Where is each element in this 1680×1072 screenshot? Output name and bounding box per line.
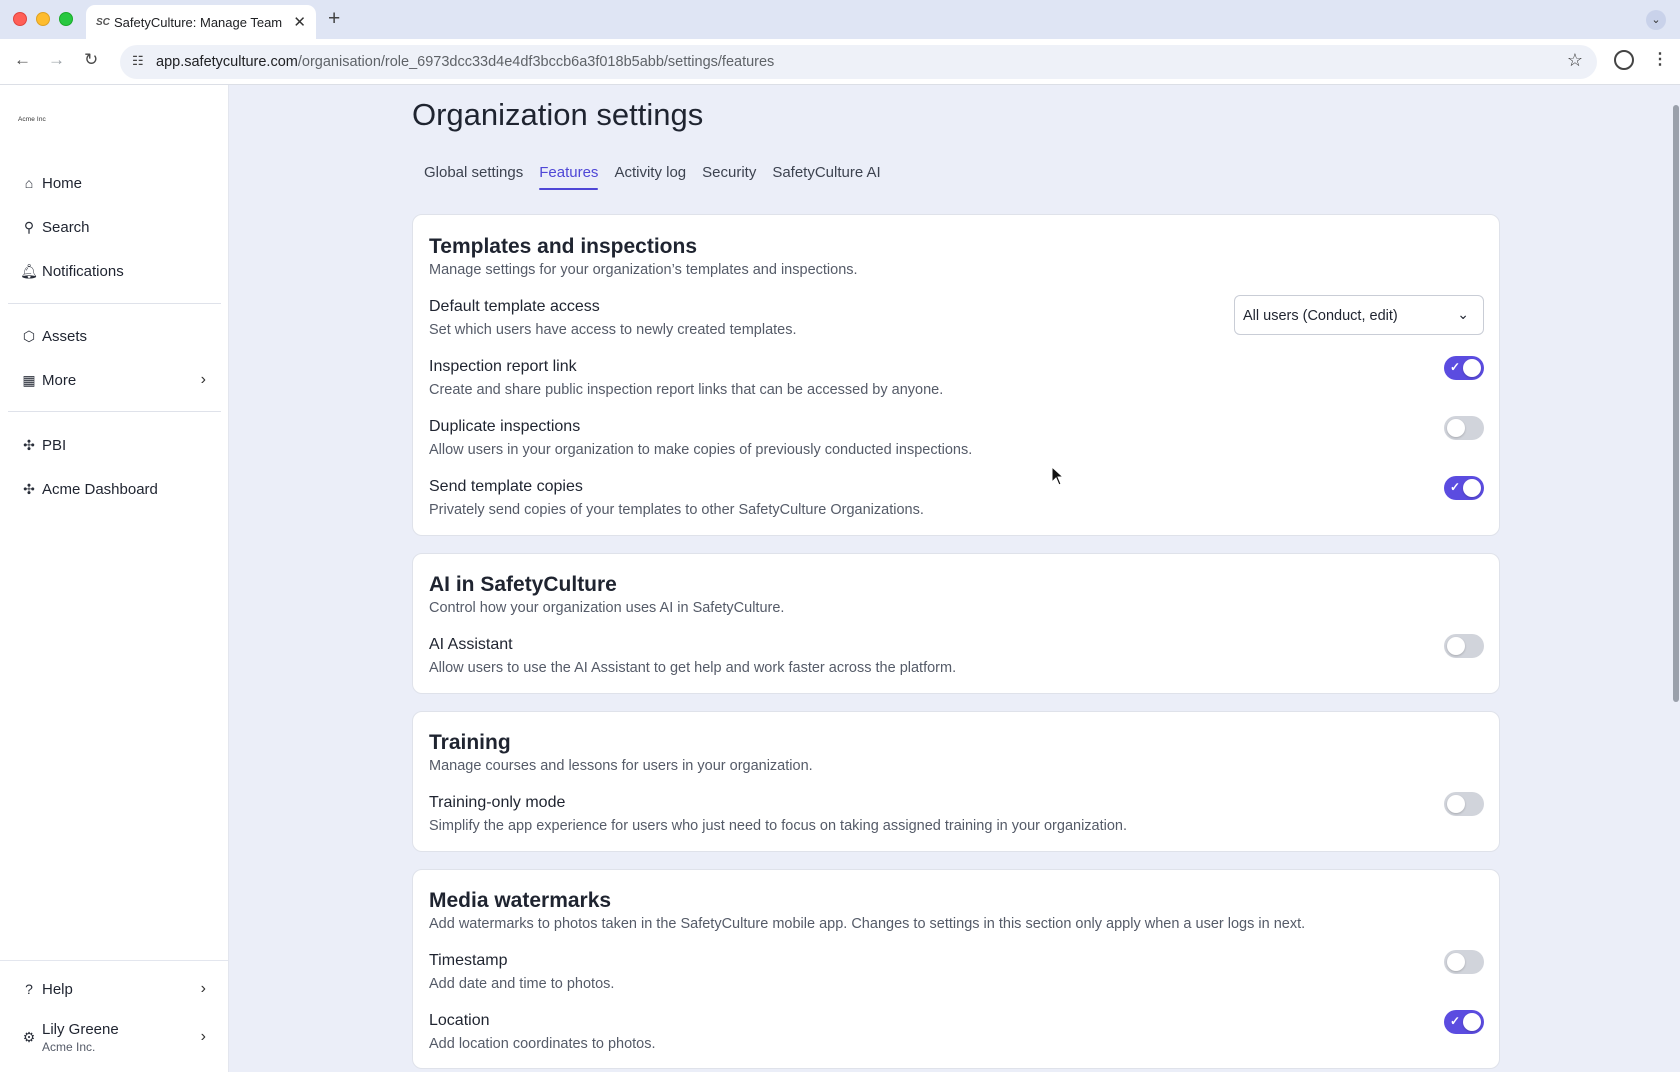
ai-assistant-toggle[interactable]: ✓ bbox=[1444, 634, 1484, 658]
window-maximize-button[interactable] bbox=[59, 12, 73, 26]
setting-title: Location bbox=[429, 1012, 490, 1029]
settings-tabs: Global settings Features Activity log Se… bbox=[424, 164, 897, 190]
setting-description: Add date and time to photos. bbox=[429, 976, 615, 992]
setting-description: Add location coordinates to photos. bbox=[429, 1036, 656, 1052]
check-icon: ✓ bbox=[1450, 360, 1461, 374]
reload-icon[interactable]: ↻ bbox=[84, 50, 98, 70]
url-omnibox[interactable]: ☷ app.safetyculture.com/organisation/rol… bbox=[120, 45, 1597, 79]
card-subtitle: Add watermarks to photos taken in the Sa… bbox=[429, 916, 1306, 932]
inspection-report-link-toggle[interactable]: ✓ bbox=[1444, 356, 1484, 380]
search-icon: ⚲ bbox=[23, 218, 35, 235]
bookmark-star-icon[interactable]: ☆ bbox=[1567, 50, 1583, 71]
tab-search-chevron-icon[interactable]: ⌄ bbox=[1646, 10, 1666, 30]
home-icon: ⌂ bbox=[24, 175, 34, 191]
setting-description: Set which users have access to newly cre… bbox=[429, 322, 797, 338]
sidebar-item-notifications[interactable]: 🔔︎ Notifications bbox=[20, 256, 210, 286]
sidebar-item-acme-dashboard[interactable]: ✣ Acme Dashboard bbox=[20, 474, 210, 504]
check-icon: ✓ bbox=[1450, 1014, 1461, 1028]
profile-icon[interactable] bbox=[1614, 50, 1634, 70]
browser-tab-title: SafetyCulture: Manage Teams bbox=[114, 14, 282, 30]
card-subtitle: Manage settings for your organization’s … bbox=[429, 262, 858, 278]
sidebar-item-search[interactable]: ⚲ Search bbox=[20, 212, 210, 242]
media-watermarks-card: Media watermarks Add watermarks to photo… bbox=[412, 869, 1500, 1069]
grid-icon: ▦ bbox=[22, 371, 36, 388]
chevron-down-icon: ⌄ bbox=[1457, 306, 1469, 322]
default-template-access-select[interactable]: All users (Conduct, edit) ⌄ bbox=[1234, 295, 1484, 335]
url-text[interactable]: app.safetyculture.com/organisation/role_… bbox=[156, 54, 774, 70]
sidebar-item-more[interactable]: ▦ More › bbox=[20, 365, 210, 395]
duplicate-inspections-toggle[interactable]: ✓ bbox=[1444, 416, 1484, 440]
sidebar-divider bbox=[8, 411, 221, 412]
card-title: Templates and inspections bbox=[429, 235, 698, 258]
sidebar-item-help[interactable]: ? Help › bbox=[20, 974, 210, 1004]
user-org: Acme Inc. bbox=[42, 1039, 96, 1054]
browser-tab[interactable]: SC SafetyCulture: Manage Teams ✕ bbox=[86, 5, 316, 39]
puzzle-icon: ✣ bbox=[23, 480, 35, 497]
cube-icon: ⬡ bbox=[22, 327, 36, 344]
setting-description: Create and share public inspection repor… bbox=[429, 382, 944, 398]
check-icon: ✓ bbox=[1450, 480, 1461, 494]
puzzle-icon: ✣ bbox=[23, 436, 35, 453]
sidebar-item-pbi[interactable]: ✣ PBI bbox=[20, 430, 210, 460]
mouse-cursor-icon bbox=[1051, 466, 1065, 486]
training-only-mode-toggle[interactable]: ✓ bbox=[1444, 792, 1484, 816]
gear-icon: ⚙ bbox=[22, 1028, 36, 1045]
sidebar: Acme Inc ⌂ Home ⚲ Search 🔔︎ Notification… bbox=[0, 85, 229, 1072]
tab-security[interactable]: Security bbox=[702, 164, 756, 190]
help-circle-icon: ? bbox=[25, 981, 33, 997]
card-subtitle: Control how your organization uses AI in… bbox=[429, 600, 785, 616]
tab-activity-log[interactable]: Activity log bbox=[614, 164, 686, 190]
new-tab-icon[interactable]: + bbox=[328, 7, 340, 31]
back-arrow-icon[interactable]: ← bbox=[14, 50, 31, 70]
card-title: Training bbox=[429, 731, 511, 754]
address-bar: ← → ↻ ☷ app.safetyculture.com/organisati… bbox=[0, 39, 1680, 85]
chevron-right-icon: › bbox=[200, 980, 206, 997]
page-title: Organization settings bbox=[412, 97, 704, 132]
tab-global-settings[interactable]: Global settings bbox=[424, 164, 523, 190]
setting-title: Training-only mode bbox=[429, 794, 566, 811]
bell-icon: 🔔︎ bbox=[20, 262, 38, 279]
site-settings-icon[interactable]: ☷ bbox=[132, 53, 144, 69]
sidebar-divider bbox=[8, 303, 221, 304]
training-card: Training Manage courses and lessons for … bbox=[412, 711, 1500, 852]
setting-title: AI Assistant bbox=[429, 636, 513, 653]
sidebar-item-assets[interactable]: ⬡ Assets bbox=[20, 321, 210, 351]
window-close-button[interactable] bbox=[13, 12, 27, 26]
tab-features[interactable]: Features bbox=[539, 164, 599, 190]
window-minimize-button[interactable] bbox=[36, 12, 50, 26]
sidebar-item-user[interactable]: ⚙ Lily Greene Acme Inc. › bbox=[20, 1017, 210, 1057]
setting-title: Duplicate inspections bbox=[429, 418, 581, 435]
org-logo[interactable]: Acme Inc bbox=[18, 116, 46, 123]
setting-title: Inspection report link bbox=[429, 358, 577, 375]
setting-title: Default template access bbox=[429, 298, 600, 315]
location-toggle[interactable]: ✓ bbox=[1444, 1010, 1484, 1034]
page-scrollbar[interactable] bbox=[1673, 105, 1679, 702]
user-name: Lily Greene Acme Inc. bbox=[42, 1020, 119, 1054]
setting-description: Allow users in your organization to make… bbox=[429, 442, 973, 458]
setting-description: Simplify the app experience for users wh… bbox=[429, 818, 1128, 834]
sidebar-footer-divider bbox=[0, 960, 229, 961]
setting-description: Privately send copies of your templates … bbox=[429, 502, 924, 518]
chevron-right-icon: › bbox=[200, 371, 206, 388]
forward-arrow-icon[interactable]: → bbox=[48, 50, 65, 70]
close-tab-icon[interactable]: ✕ bbox=[293, 13, 306, 31]
timestamp-toggle[interactable]: ✓ bbox=[1444, 950, 1484, 974]
setting-description: Allow users to use the AI Assistant to g… bbox=[429, 660, 957, 676]
card-title: Media watermarks bbox=[429, 889, 612, 912]
card-title: AI in SafetyCulture bbox=[429, 573, 617, 596]
browser-tab-bar: SC SafetyCulture: Manage Teams ✕ + ⌄ bbox=[0, 0, 1680, 39]
card-subtitle: Manage courses and lessons for users in … bbox=[429, 758, 813, 774]
browser-menu-icon[interactable]: ⋮ bbox=[1652, 49, 1668, 69]
favicon-icon: SC bbox=[96, 16, 110, 28]
tab-safetyculture-ai[interactable]: SafetyCulture AI bbox=[772, 164, 880, 190]
setting-title: Timestamp bbox=[429, 952, 508, 969]
send-template-copies-toggle[interactable]: ✓ bbox=[1444, 476, 1484, 500]
templates-card: Templates and inspections Manage setting… bbox=[412, 214, 1500, 536]
setting-title: Send template copies bbox=[429, 478, 583, 495]
ai-card: AI in SafetyCulture Control how your org… bbox=[412, 553, 1500, 694]
sidebar-item-home[interactable]: ⌂ Home bbox=[20, 168, 210, 198]
chevron-right-icon: › bbox=[200, 1028, 206, 1045]
